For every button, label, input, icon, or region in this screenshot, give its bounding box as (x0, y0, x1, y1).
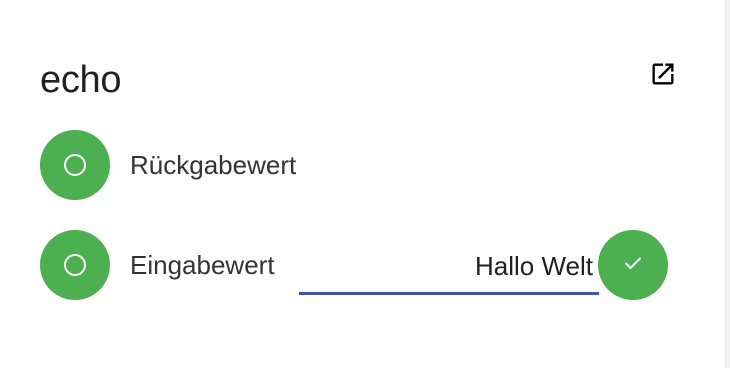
circle-outline-icon (64, 254, 86, 276)
status-indicator (40, 130, 110, 200)
output-label: Rückgabewert (130, 149, 297, 180)
confirm-button[interactable] (598, 230, 668, 300)
card-title: echo (40, 59, 122, 101)
input-row-eingabewert: Eingabewert (40, 230, 275, 300)
value-field (299, 238, 599, 295)
open-in-new-button[interactable] (648, 61, 678, 91)
echo-card: echo Rückgabewert Eingabewert (0, 0, 726, 368)
check-icon (621, 251, 645, 280)
value-input[interactable] (299, 246, 593, 286)
open-in-new-icon (649, 60, 677, 93)
circle-outline-icon (64, 154, 86, 176)
output-row-rueckgabewert: Rückgabewert (40, 130, 296, 200)
status-indicator (40, 230, 110, 300)
input-label: Eingabewert (130, 249, 275, 280)
